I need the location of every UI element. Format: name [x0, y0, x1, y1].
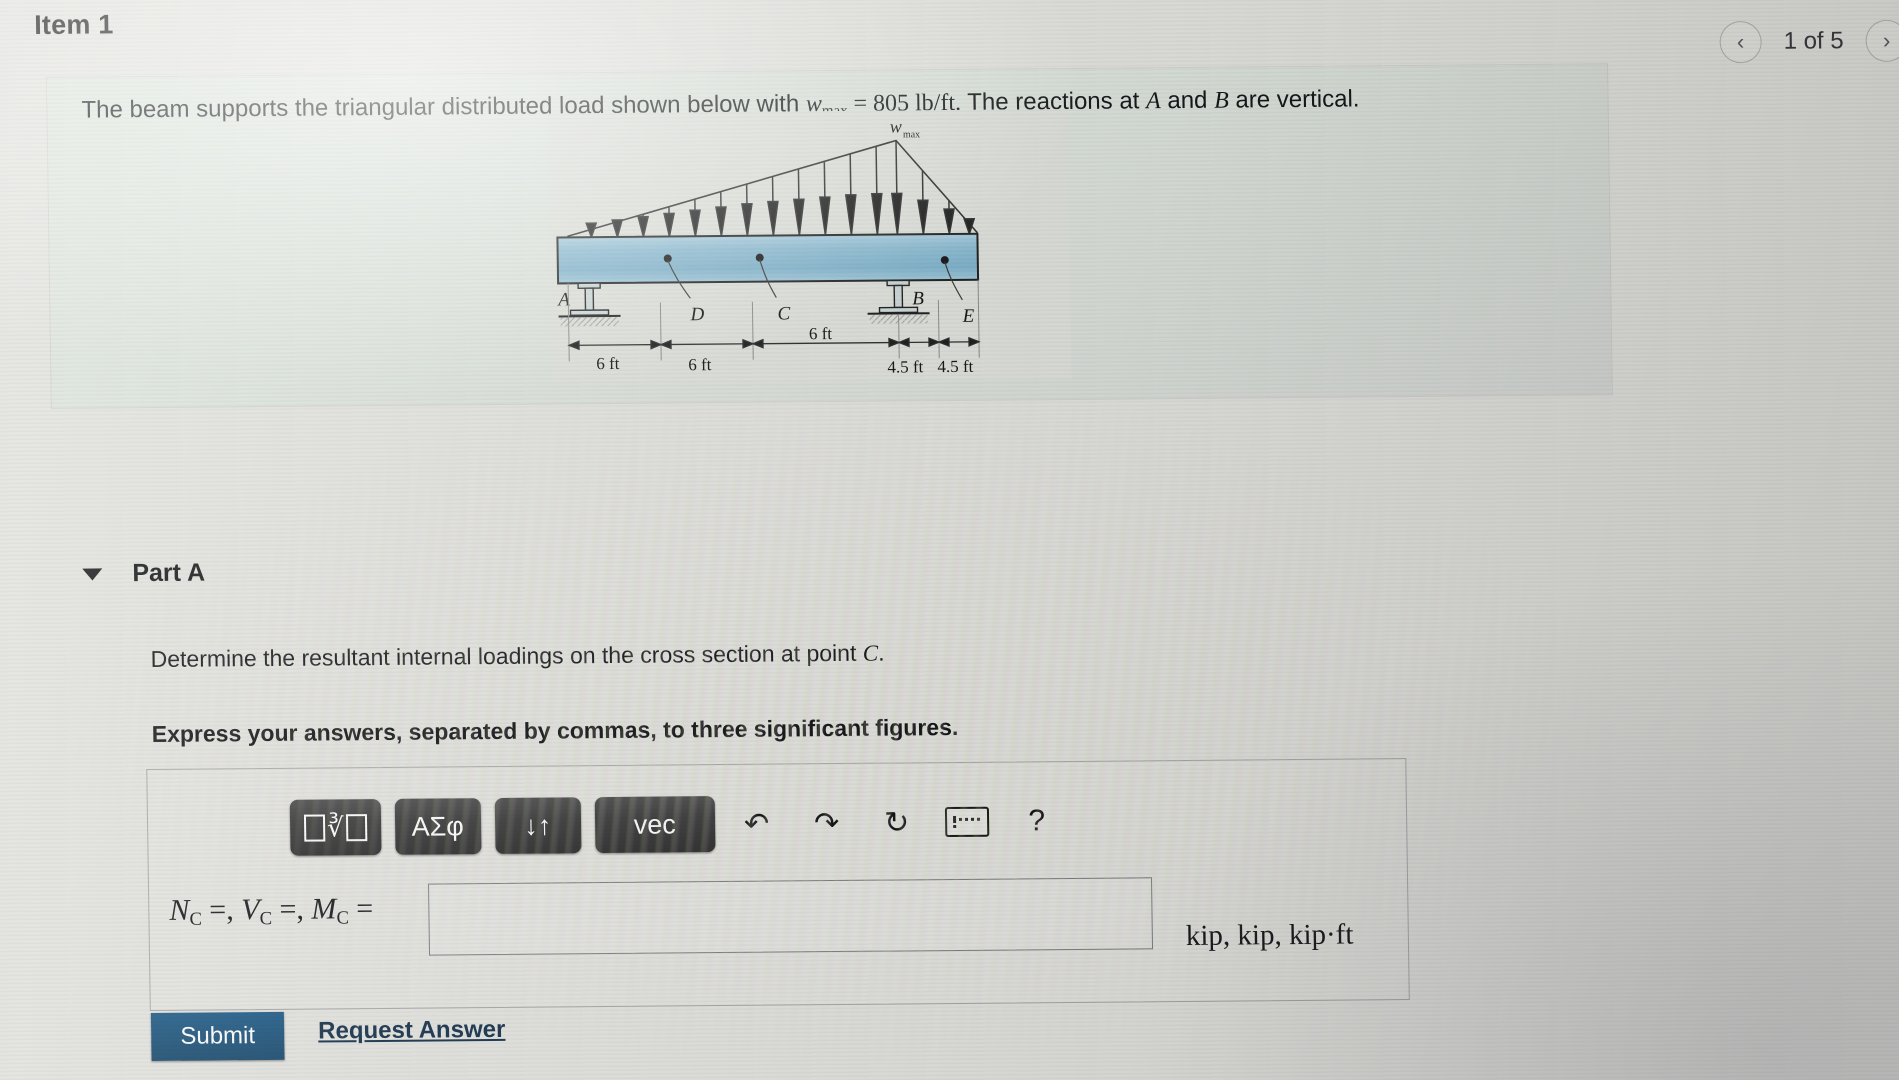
label-mc: M: [311, 892, 337, 926]
screen-surface: Item 1 ‹ 1 of 5 › The beam supports the …: [0, 0, 1899, 1080]
radical-icon: ∛: [326, 811, 344, 842]
homework-page: Item 1 ‹ 1 of 5 › The beam supports the …: [0, 0, 1899, 1080]
statement-point-a: A: [1145, 88, 1161, 115]
eq-2: =,: [271, 892, 312, 926]
question-prefix: Determine the resultant internal loading…: [150, 639, 863, 673]
dimension-label: 6 ft: [596, 354, 620, 373]
pager-label: 1 of 5: [1783, 27, 1844, 55]
greek-symbols-button[interactable]: ΑΣφ: [394, 798, 482, 855]
label-vc-subscript: C: [259, 908, 273, 930]
keyboard-icon[interactable]: [938, 796, 995, 848]
part-a-label: Part A: [132, 558, 206, 588]
answer-input[interactable]: [427, 877, 1154, 956]
keyboard-glyph: [944, 806, 989, 838]
point-d-label: D: [689, 304, 704, 325]
subscript-superscript-button[interactable]: ↓↑: [494, 797, 582, 855]
chevron-left-icon[interactable]: ‹: [1719, 20, 1762, 64]
dimension-label: 4.5 ft: [887, 357, 923, 376]
math-toolbar: ∛ ΑΣφ ↓↑ vec ↶ ↷ ↻ ?: [289, 793, 1065, 856]
question-text: Determine the resultant internal loading…: [150, 640, 884, 673]
placeholder-box-icon: [345, 813, 367, 841]
statement-point-b: B: [1213, 87, 1229, 114]
reset-circular-arrow-icon[interactable]: ↻: [868, 796, 925, 848]
undo-arrow-icon[interactable]: ↶: [728, 797, 785, 849]
support-b-label: B: [912, 288, 924, 309]
answer-units: kip, kip, kip·ft: [1185, 918, 1354, 952]
load-label: w: [890, 116, 902, 136]
caret-down-icon[interactable]: [82, 567, 103, 581]
load-label-subscript: max: [903, 129, 920, 140]
label-vc: V: [240, 893, 260, 927]
beam-diagram: w max A B D C E 6 ft 6 ft 6 ft 4.5 ft 4.…: [547, 108, 1072, 384]
question-point-c: C: [862, 640, 879, 666]
statement-tail-2: and: [1160, 86, 1215, 115]
redo-arrow-icon[interactable]: ↷: [798, 797, 855, 849]
beam-body: [556, 232, 980, 285]
part-a-header[interactable]: Part A: [82, 559, 205, 589]
eq-1: =,: [201, 893, 242, 927]
template-radical-button[interactable]: ∛: [289, 799, 382, 856]
answer-label: NC =, VC =, MC =: [169, 892, 373, 931]
item-pager: ‹ 1 of 5 ›: [1719, 19, 1899, 64]
request-answer-link[interactable]: Request Answer: [318, 1016, 506, 1046]
dimension-label: 6 ft: [688, 355, 712, 374]
question-suffix: .: [877, 639, 885, 666]
point-e-label: E: [961, 306, 974, 327]
label-nc-subscript: C: [189, 908, 203, 930]
photographed-screen: Item 1 ‹ 1 of 5 › The beam supports the …: [0, 0, 1899, 1080]
label-mc-subscript: C: [336, 907, 350, 929]
problem-statement-card: The beam supports the triangular distrib…: [46, 64, 1612, 408]
vector-button[interactable]: vec: [594, 796, 716, 854]
dimension-label: 6 ft: [809, 324, 833, 343]
chevron-right-icon[interactable]: ›: [1865, 19, 1899, 63]
submit-button[interactable]: Submit: [150, 1011, 285, 1062]
page-title: Item 1: [33, 9, 114, 41]
point-c-label: C: [777, 303, 790, 324]
help-button[interactable]: ?: [1008, 795, 1065, 847]
statement-tail-3: are vertical.: [1228, 85, 1360, 114]
instruction-text: Express your answers, separated by comma…: [151, 713, 959, 747]
placeholder-box-icon: [303, 813, 326, 842]
label-nc: N: [169, 893, 190, 927]
dimension-label: 4.5 ft: [937, 357, 973, 376]
eq-3: =: [348, 892, 374, 926]
